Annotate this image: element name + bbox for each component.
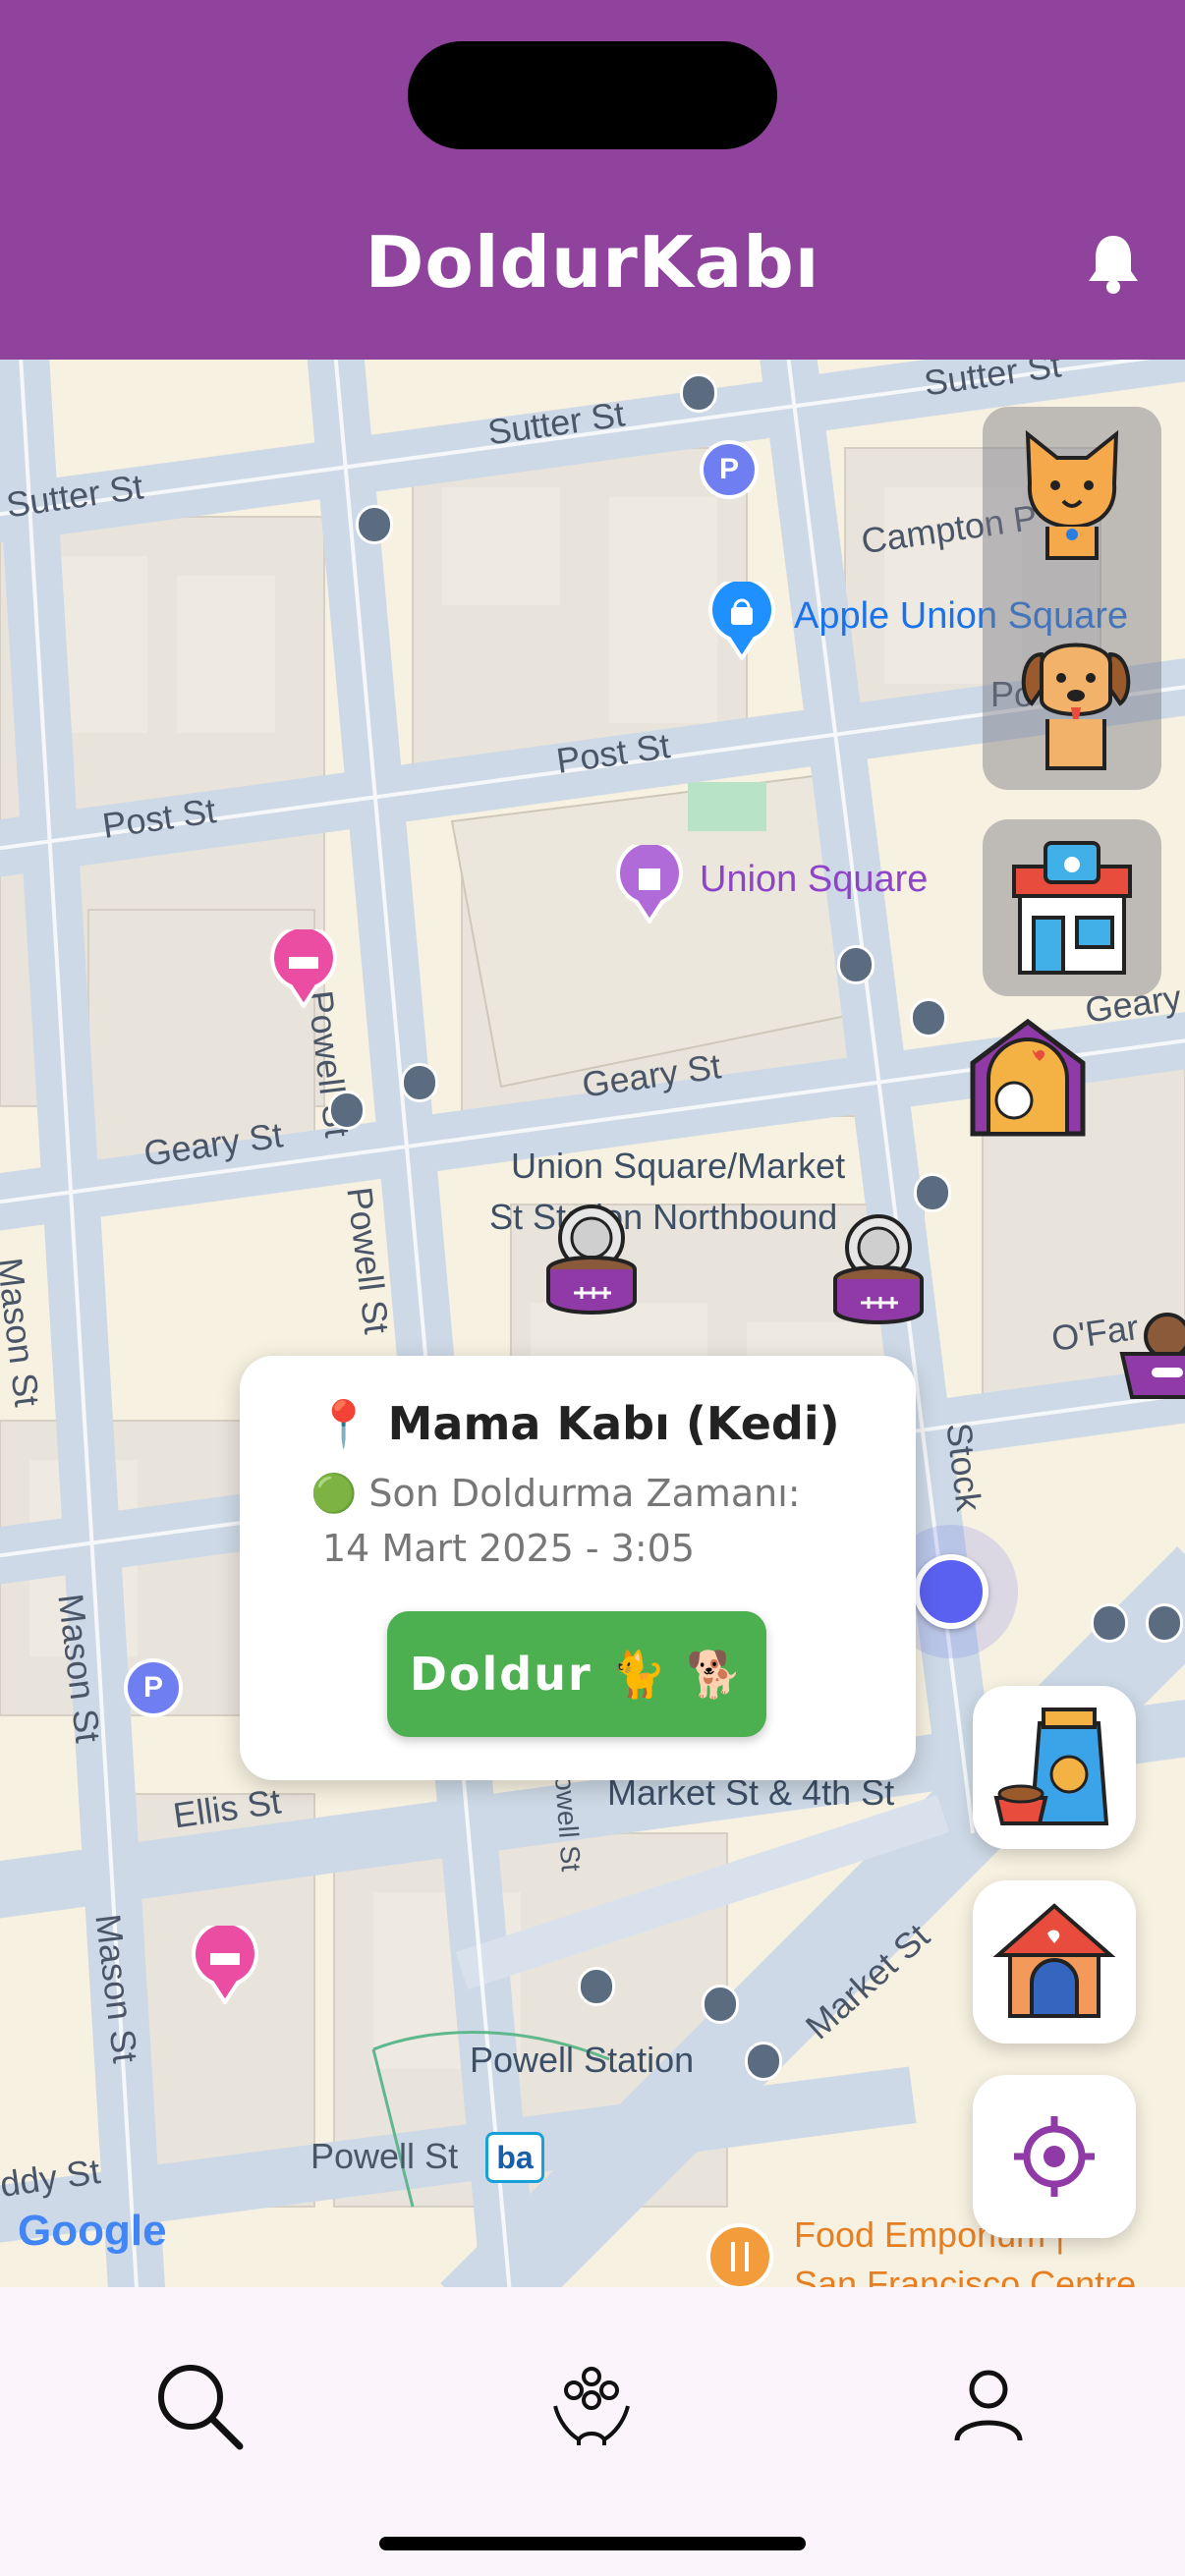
bus-stop-icon[interactable] <box>837 945 875 984</box>
pet-food-bag-icon <box>993 1708 1109 1825</box>
bus-stop-icon[interactable] <box>328 1091 366 1130</box>
hotel-pin-icon[interactable] <box>191 1926 259 2004</box>
bus-stop-icon[interactable] <box>680 373 717 413</box>
card-title: 📍 Mama Kabı (Kedi) <box>315 1397 840 1450</box>
restaurant-pin-icon[interactable] <box>705 2222 774 2287</box>
bus-stop-icon[interactable] <box>910 998 947 1037</box>
search-icon <box>158 2365 244 2450</box>
nav-profile[interactable] <box>920 2336 1057 2474</box>
street-label: Powell St <box>310 2136 459 2176</box>
vet-clinic-icon[interactable] <box>1000 837 1144 980</box>
pet-food-button[interactable] <box>973 1686 1136 1849</box>
last-fill-label: 🟢 Son Doldurma Zamanı: <box>310 1472 801 1515</box>
tram-stop-icon[interactable] <box>1146 1603 1183 1643</box>
home-indicator[interactable] <box>379 2537 806 2550</box>
landmark-pin-icon[interactable] <box>615 845 684 924</box>
bell-icon[interactable] <box>1085 232 1142 295</box>
parking-icon[interactable]: P <box>700 440 759 499</box>
tram-stop-icon[interactable] <box>401 1063 438 1102</box>
dog-filter-icon[interactable] <box>1012 625 1140 772</box>
user-location-dot <box>914 1554 988 1629</box>
pet-shelter-icon[interactable] <box>969 1018 1087 1138</box>
tram-stop-icon[interactable] <box>578 1967 615 2006</box>
hotel-pin-icon[interactable] <box>269 929 338 1008</box>
dynamic-island <box>408 41 777 149</box>
cat-food-bowl-icon[interactable] <box>829 1212 928 1330</box>
street-label: owell St <box>549 1774 587 1873</box>
pet-house-button[interactable] <box>973 1880 1136 2044</box>
parking-icon[interactable]: P <box>124 1658 183 1717</box>
poi-union-square[interactable]: Union Square <box>700 859 928 901</box>
poi-station-line1[interactable]: Union Square/Market <box>511 1146 845 1187</box>
tram-stop-icon[interactable] <box>1091 1603 1128 1643</box>
bus-stop-icon[interactable] <box>702 1985 739 2024</box>
bottom-navigation <box>0 2287 1185 2576</box>
crosshair-icon <box>1014 2116 1095 2197</box>
cat-food-bowl-icon[interactable] <box>542 1203 641 1320</box>
fill-button[interactable]: Doldur 🐈 🐕 <box>387 1611 766 1737</box>
app-title: DoldurKabı <box>365 221 820 304</box>
app-header: DoldurKabı <box>0 0 1185 360</box>
profile-icon <box>954 2370 1023 2441</box>
community-icon <box>553 2367 630 2445</box>
dog-house-icon <box>992 1903 1116 2018</box>
poi-powell-station[interactable]: Powell Station <box>470 2040 694 2081</box>
bart-icon[interactable]: ba <box>485 2132 544 2183</box>
apple-store-pin-icon[interactable] <box>707 582 776 660</box>
tram-stop-icon[interactable] <box>745 2042 782 2081</box>
bowl-info-card: 📍 Mama Kabı (Kedi) 🟢 Son Doldurma Zamanı… <box>240 1356 916 1780</box>
nav-search[interactable] <box>130 2336 267 2474</box>
nav-community[interactable] <box>523 2336 660 2474</box>
map-view[interactable]: Sutter St Sutter St Sutter St Post St Po… <box>0 360 1185 2287</box>
google-logo: Google <box>18 2207 167 2255</box>
cat-filter-icon[interactable] <box>1008 424 1136 562</box>
tram-stop-icon[interactable] <box>356 505 393 544</box>
my-location-button[interactable] <box>973 2075 1136 2238</box>
last-fill-timestamp: 14 Mart 2025 - 3:05 <box>322 1527 696 1570</box>
dog-food-bowl-icon[interactable] <box>1118 1309 1185 1407</box>
tram-stop-icon[interactable] <box>914 1173 951 1212</box>
poi-food-emporium-2[interactable]: San Francisco Centre <box>794 2264 1136 2287</box>
